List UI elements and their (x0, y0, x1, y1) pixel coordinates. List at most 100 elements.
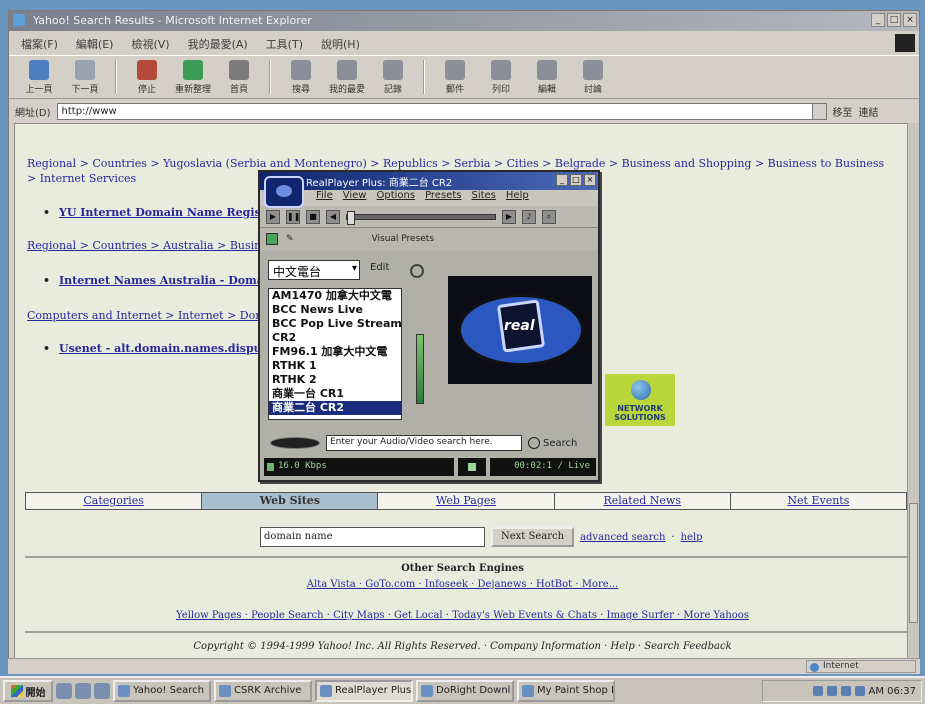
rp-menu-options[interactable]: Options (376, 190, 415, 206)
close-button[interactable]: × (903, 13, 917, 27)
favorites-button[interactable]: 我的最愛 (327, 60, 367, 95)
result-tabs: Categories Web Sites Web Pages Related N… (25, 492, 907, 510)
menu-favorites[interactable]: 我的最愛(A) (188, 36, 248, 51)
divider (25, 631, 907, 633)
maximize-button[interactable]: □ (887, 13, 901, 27)
address-label: 網址(D) (15, 107, 51, 119)
station-item-selected[interactable]: 商業二台 CR2 (269, 401, 401, 415)
breadcrumb-link[interactable]: Regional > Countries > Australia > Busin… (27, 238, 279, 253)
volume-slider[interactable] (416, 334, 424, 404)
station-item[interactable]: 商業一台 CR1 (269, 387, 401, 401)
advanced-search-link[interactable]: advanced search (580, 532, 665, 543)
next-search-button[interactable]: Next Search (491, 527, 575, 547)
quicklaunch-outlook-icon[interactable] (94, 683, 110, 699)
preset-edit-icon[interactable]: ✎ (286, 234, 294, 244)
station-item[interactable]: BCC News Live (269, 303, 401, 317)
station-item[interactable]: RTHK 1 (269, 359, 401, 373)
forward-button[interactable]: 下一頁 (65, 60, 105, 95)
clock[interactable]: AM 06:37 (869, 686, 916, 697)
home-icon (229, 60, 249, 80)
search-button[interactable]: 搜尋 (281, 60, 321, 95)
rp-menu-sites[interactable]: Sites (471, 190, 495, 206)
rp-close-button[interactable]: × (584, 174, 596, 186)
mail-button[interactable]: 郵件 (435, 60, 475, 95)
footer-links[interactable]: Yellow Pages · People Search · City Maps… (15, 610, 908, 621)
stop-button[interactable]: 停止 (127, 60, 167, 95)
quicklaunch-desktop-icon[interactable] (75, 683, 91, 699)
print-button[interactable]: 列印 (481, 60, 521, 95)
fast-forward-button[interactable]: ▶ (502, 209, 516, 224)
av-search-input[interactable]: Enter your Audio/Video search here. (326, 435, 522, 451)
start-button[interactable]: 開始 (3, 680, 53, 702)
preset-icon[interactable] (266, 233, 278, 245)
task-download[interactable]: DoRight Downl (416, 680, 514, 702)
magnifier-icon[interactable] (410, 264, 424, 278)
seek-slider[interactable] (346, 210, 496, 225)
tray-network-icon[interactable] (826, 686, 837, 696)
toolbar-separator (423, 60, 425, 94)
menu-edit[interactable]: 編輯(E) (76, 36, 114, 51)
tab-net-events[interactable]: Net Events (731, 493, 906, 509)
search-input[interactable]: domain name (260, 527, 485, 547)
task-yahoo-search[interactable]: Yahoo! Search (113, 680, 211, 702)
back-button[interactable]: 上一頁 (19, 60, 59, 95)
tab-web-pages[interactable]: Web Pages (378, 493, 555, 509)
rp-menu-presets[interactable]: Presets (425, 190, 461, 206)
task-archive[interactable]: CSRK Archive (214, 680, 312, 702)
history-button[interactable]: 記錄 (373, 60, 413, 95)
menu-tools[interactable]: 工具(T) (266, 36, 303, 51)
preset-category-select[interactable]: 中文電台 (268, 260, 360, 280)
discuss-button[interactable]: 討論 (573, 60, 613, 95)
go-button[interactable]: 移至 (833, 104, 853, 119)
tray-realplayer-icon[interactable] (840, 686, 851, 696)
result-link[interactable]: Internet Names Australia - Domain (43, 274, 276, 287)
refresh-button[interactable]: 重新整理 (173, 60, 213, 95)
task-realplayer[interactable]: RealPlayer Plus (315, 680, 413, 702)
av-search-button[interactable]: Search (528, 437, 577, 449)
result-link[interactable]: Usenet - alt.domain.names.dispute (43, 342, 274, 355)
task-paint-shop-pro[interactable]: My Paint Shop Pro (517, 680, 615, 702)
station-item[interactable]: FM96.1 加拿大中文電 (269, 345, 401, 359)
rp-maximize-button[interactable]: □ (570, 174, 582, 186)
station-item[interactable]: AM1470 加拿大中文電 (269, 289, 401, 303)
quicklaunch-ie-icon[interactable] (56, 683, 72, 699)
rp-menu-help[interactable]: Help (506, 190, 529, 206)
engine-links[interactable]: Alta Vista · GoTo.com · Infoseek · Dejan… (15, 579, 908, 590)
help-link[interactable]: help (681, 532, 703, 543)
tab-related-news[interactable]: Related News (555, 493, 731, 509)
rp-menu-file[interactable]: File (316, 190, 333, 206)
rp-status-row: 16.0 Kbps 00:02:1 / Live (264, 458, 596, 478)
tray-volume-icon[interactable] (812, 686, 823, 696)
breadcrumb-link[interactable]: Computers and Internet > Internet > Doma… (27, 308, 283, 323)
menu-view[interactable]: 檢視(V) (131, 36, 169, 51)
address-input[interactable]: http://www (56, 102, 827, 120)
station-item[interactable]: CR2 (269, 331, 401, 345)
back-arrow-icon (29, 60, 49, 80)
vertical-scrollbar[interactable] (907, 123, 919, 668)
zoom-icon[interactable]: ⌕ (542, 209, 556, 224)
address-dropdown-button[interactable] (811, 103, 826, 119)
station-item[interactable]: RTHK 2 (269, 373, 401, 387)
network-solutions-ad[interactable]: NETWORK SOLUTIONS (605, 374, 675, 426)
volume-icon[interactable]: ♪ (522, 209, 536, 224)
edit-presets-button[interactable]: Edit (370, 262, 389, 273)
rp-minimize-button[interactable]: _ (556, 174, 568, 186)
tab-categories[interactable]: Categories (26, 493, 203, 509)
menu-help[interactable]: 說明(H) (321, 36, 360, 51)
stop-button[interactable]: ■ (306, 209, 320, 224)
toolbar-separator (115, 60, 117, 94)
menu-file[interactable]: 檔案(F) (21, 36, 58, 51)
home-button[interactable]: 首頁 (219, 60, 259, 95)
station-item[interactable]: BCC Pop Live Stream (269, 317, 401, 331)
tab-web-sites[interactable]: Web Sites (202, 493, 379, 509)
rp-menu-view[interactable]: View (343, 190, 367, 206)
rewind-button[interactable]: ◀ (326, 209, 340, 224)
edit-button[interactable]: 編輯 (527, 60, 567, 95)
scrollbar-thumb[interactable] (909, 503, 918, 623)
video-display: real (448, 276, 592, 384)
links-label[interactable]: 連結 (859, 104, 879, 119)
minimize-button[interactable]: _ (871, 13, 885, 27)
play-button[interactable]: ▶ (266, 209, 280, 224)
tray-ime-icon[interactable] (854, 686, 865, 696)
pause-button[interactable]: ❚❚ (286, 209, 300, 224)
